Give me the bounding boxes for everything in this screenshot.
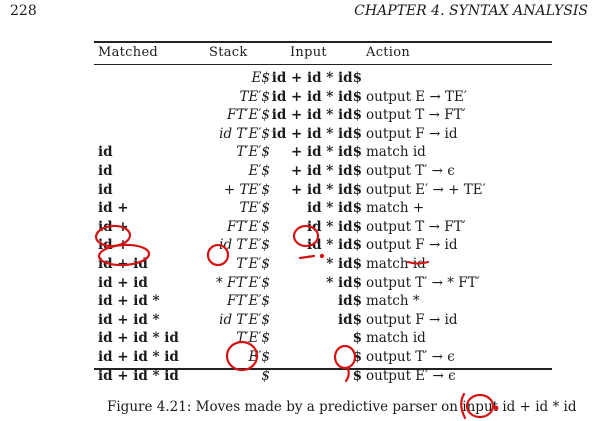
stack-cell: TE′$ <box>239 200 270 217</box>
action-cell: match * <box>366 293 420 310</box>
stack-cell: TE′$ <box>239 88 270 105</box>
column-header-action: Action <box>366 45 411 60</box>
input-cell: * id$ <box>326 274 362 291</box>
action-cell: match id <box>366 255 426 272</box>
input-cell: id + id * id$ <box>271 70 362 86</box>
column-header-matched: Matched <box>98 45 159 60</box>
stack-cell: T′E′$ <box>236 330 270 347</box>
stack-cell: * FT′E′$ <box>216 274 270 291</box>
table-row: id E′$ + id * id$ output T′ → ϵ <box>94 162 552 181</box>
stack-cell: T′E′$ <box>236 255 270 272</box>
input-cell: id * id$ <box>307 218 362 235</box>
figure-caption: Figure 4.21: Moves made by a predictive … <box>107 399 577 415</box>
table-row: id + id * id T′E′$ $ match id <box>94 329 552 348</box>
table-body: E$ id + id * id$ TE′$ id + id * id$ output … <box>94 69 552 385</box>
matched-cell: id <box>98 144 113 161</box>
input-cell: id + id * id$ <box>271 125 362 142</box>
action-cell: output T → FT′ <box>366 107 466 124</box>
stack-cell: + TE′$ <box>223 181 270 198</box>
matched-cell: id + <box>98 200 129 217</box>
matched-cell: id + <box>98 237 129 254</box>
input-cell: $ <box>352 348 362 365</box>
matched-cell: id + id * <box>98 293 160 310</box>
input-cell: id * id$ <box>307 200 362 217</box>
table-row: id + id * id E′$ $ output T′ → ϵ <box>94 348 552 367</box>
table-row: id + id T′E′$ * id$ match id <box>94 255 552 274</box>
stack-cell: E$ <box>251 70 270 86</box>
table-row: id + id * FT′E′$ * id$ output T′ → * FT′ <box>94 274 552 293</box>
table-row: id T′E′$ id + id * id$ output F → id <box>94 125 552 144</box>
input-cell: + id * id$ <box>290 162 362 179</box>
action-cell: output T′ → ϵ <box>366 348 455 365</box>
column-header-stack: Stack <box>209 45 248 60</box>
table-row: TE′$ id + id * id$ output E → TE′ <box>94 88 552 107</box>
stack-cell: FT′E′$ <box>227 218 270 235</box>
input-cell: $ <box>352 330 362 347</box>
stack-cell: id T′E′$ <box>219 125 270 142</box>
matched-cell: id + id <box>98 255 148 272</box>
matched-cell: id <box>98 162 113 179</box>
table-row: id + id * id T′E′$ id$ output F → id <box>94 311 552 330</box>
action-cell: output T′ → * FT′ <box>366 274 480 291</box>
stack-cell: E′$ <box>248 162 270 179</box>
input-cell: id * id$ <box>307 237 362 254</box>
action-cell: output T → FT′ <box>366 218 466 235</box>
running-head: CHAPTER 4. SYNTAX ANALYSIS <box>354 3 588 19</box>
table-row: id + TE′$ + id * id$ output E′ → + TE′ <box>94 181 552 200</box>
input-cell: id$ <box>338 293 362 310</box>
matched-cell: id + id <box>98 274 148 291</box>
table-row: id + id T′E′$ id * id$ output F → id <box>94 236 552 255</box>
stack-cell: FT′E′$ <box>227 293 270 310</box>
column-header-input: Input <box>290 45 327 60</box>
action-cell: match id <box>366 330 426 347</box>
action-cell: output E′ → + TE′ <box>366 181 486 198</box>
table-bottom-rule <box>94 368 552 370</box>
input-cell: id$ <box>338 311 362 328</box>
input-cell: + id * id$ <box>290 181 362 198</box>
matched-cell: id + id * id <box>98 330 179 347</box>
stack-cell: FT′E′$ <box>227 107 270 124</box>
table-row: id + FT′E′$ id * id$ output T → FT′ <box>94 218 552 237</box>
table-row: FT′E′$ id + id * id$ output T → FT′ <box>94 106 552 125</box>
table-row: E$ id + id * id$ <box>94 69 552 88</box>
table-header-rule <box>94 64 552 65</box>
stack-cell: id T′E′$ <box>219 311 270 328</box>
table-row: id + id * FT′E′$ id$ match * <box>94 292 552 311</box>
page-number: 228 <box>10 3 37 19</box>
stack-cell: E′$ <box>248 348 270 365</box>
page-header: 228 CHAPTER 4. SYNTAX ANALYSIS <box>10 3 588 23</box>
action-cell: match id <box>366 144 426 161</box>
action-cell: output T′ → ϵ <box>366 162 455 179</box>
table-top-rule <box>94 41 552 43</box>
action-cell: match + <box>366 200 425 217</box>
action-cell: output E → TE′ <box>366 88 467 105</box>
matched-cell: id <box>98 181 113 198</box>
action-cell: output F → id <box>366 125 458 142</box>
input-cell: id + id * id$ <box>271 107 362 124</box>
stack-cell: id T′E′$ <box>219 237 270 254</box>
matched-cell: id + <box>98 218 129 235</box>
matched-cell: id + id * <box>98 311 160 328</box>
stack-cell: T′E′$ <box>236 144 270 161</box>
table-row: id T′E′$ + id * id$ match id <box>94 143 552 162</box>
action-cell: output F → id <box>366 311 458 328</box>
input-cell: * id$ <box>326 255 362 272</box>
matched-cell: id + id * id <box>98 348 179 365</box>
input-cell: id + id * id$ <box>271 88 362 105</box>
input-cell: + id * id$ <box>290 144 362 161</box>
table-row: id + TE′$ id * id$ match + <box>94 199 552 218</box>
action-cell: output F → id <box>366 237 458 254</box>
